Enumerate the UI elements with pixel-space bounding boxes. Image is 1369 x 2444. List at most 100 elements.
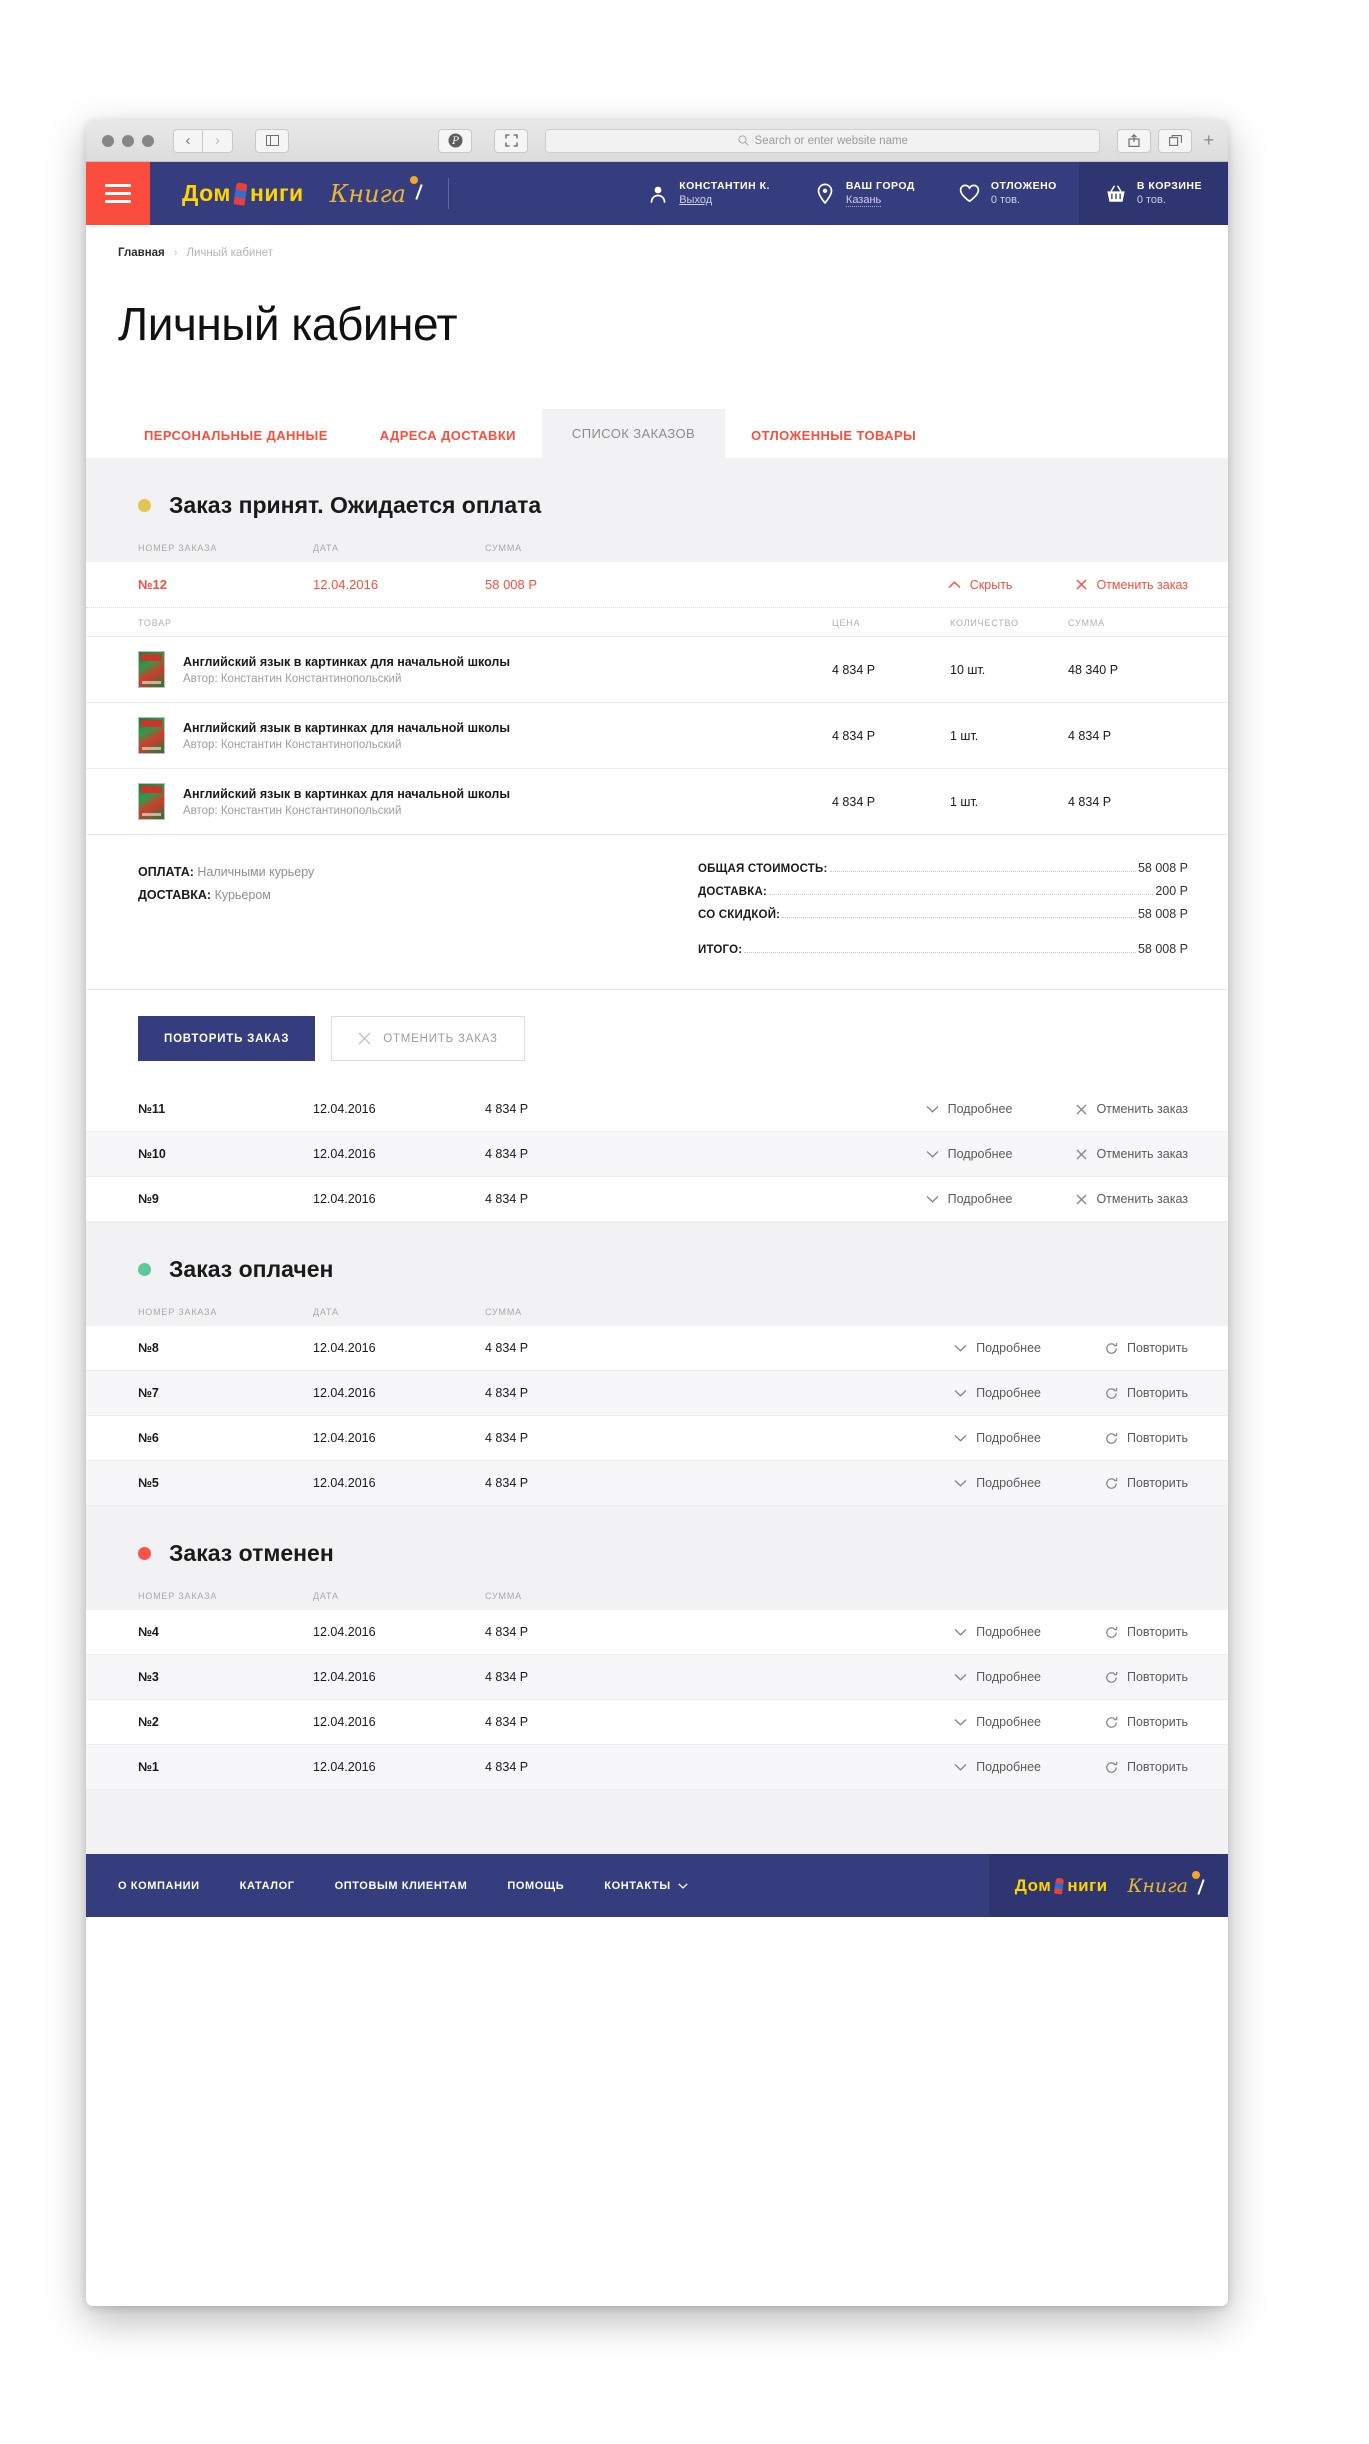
footer-link-catalog[interactable]: КАТАЛОГ [240,1880,335,1892]
chevron-down-icon [954,1763,967,1771]
cancel-order-link[interactable]: Отменить заказ [1076,578,1188,592]
collapse-label: Скрыть [969,577,1013,592]
table-row[interactable]: №11 12.04.2016 4 834 Р Подробнее Отменит… [86,1087,1228,1132]
cancel-order-link[interactable]: Отменить заказ [1076,1102,1188,1116]
tabs-icon[interactable] [1158,128,1193,153]
footer-link-wholesale[interactable]: ОПТОВЫМ КЛИЕНТАМ [335,1880,508,1892]
logo-dom-knigi[interactable]: Дом ниги [182,180,304,207]
logout-link[interactable]: Выход [679,194,770,207]
details-link[interactable]: Подробнее [954,1341,1041,1355]
cart-link[interactable]: В КОРЗИНЕ 0 тов. [1078,162,1228,225]
details-link[interactable]: Подробнее [954,1760,1041,1774]
tab-order-list[interactable]: СПИСОК ЗАКАЗОВ [541,409,726,458]
city-selector[interactable]: ВАШ ГОРОД Казань [792,162,937,225]
details-link[interactable]: Подробнее [926,1147,1013,1161]
chrome-right-buttons[interactable]: + [1117,128,1218,153]
product-title[interactable]: Английский язык в картинках для начально… [183,655,832,669]
wishlist-link[interactable]: ОТЛОЖЕНО 0 тов. [937,162,1079,225]
orders-column-header: НОМЕР ЗАКАЗА ДАТА СУММА [86,1567,1228,1610]
table-row[interactable]: №10 12.04.2016 4 834 Р Подробнее Отменит… [86,1132,1228,1177]
product-cover-image[interactable] [138,783,165,820]
tab-personal-data[interactable]: ПЕРСОНАЛЬНЫЕ ДАННЫЕ [118,413,354,458]
repeat-order-link[interactable]: Повторить [1105,1476,1188,1490]
product-cover-image[interactable] [138,717,165,754]
cancel-order-link[interactable]: Отменить заказ [1076,1147,1188,1161]
order-item-row: Английский язык в картинках для начально… [86,702,1228,768]
forward-icon[interactable]: › [203,128,233,153]
product-title[interactable]: Английский язык в картинках для начально… [183,787,832,801]
cancel-order-link[interactable]: Отменить заказ [1076,1192,1188,1206]
order-sum: 4 834 Р [485,1192,529,1206]
details-link[interactable]: Подробнее [926,1192,1012,1206]
navigation-buttons[interactable]: ‹ › [173,128,233,153]
account-menu[interactable]: КОНСТАНТИН К. Выход [625,162,792,225]
table-row[interactable]: №4 12.04.2016 4 834 Р Подробнее Повторит… [86,1610,1228,1655]
chevron-down-icon [954,1718,967,1726]
repeat-order-link[interactable]: Повторить [1105,1715,1188,1729]
close-window-button[interactable] [102,134,114,147]
tab-delivery-addresses[interactable]: АДРЕСА ДОСТАВКИ [354,413,542,458]
order-sum: 4 834 Р [485,1341,529,1355]
table-row[interactable]: №8 12.04.2016 4 834 Р Подробнее Повторит… [86,1326,1228,1371]
product-quantity: 1 шт. [950,794,979,809]
breadcrumb-separator: › [173,247,178,259]
sidebar-icon[interactable] [255,128,289,153]
table-row[interactable]: №9 12.04.2016 4 834 Р Подробнее Отменить… [86,1177,1228,1222]
footer-link-about[interactable]: О КОМПАНИИ [118,1880,240,1892]
table-row[interactable]: №5 12.04.2016 4 834 Р Подробнее Повторит… [86,1461,1228,1506]
product-title[interactable]: Английский язык в картинках для начально… [183,721,832,735]
table-row[interactable]: №1 12.04.2016 4 834 Р Подробнее Повторит… [86,1745,1228,1790]
repeat-order-link[interactable]: Повторить [1105,1341,1188,1355]
logo-kniga[interactable]: Книга [330,175,420,208]
footer-link-help[interactable]: ПОМОЩЬ [507,1880,604,1892]
product-cover-image[interactable] [138,651,165,688]
repeat-order-link[interactable]: Повторить [1105,1625,1188,1639]
col-date: ДАТА [313,543,339,553]
table-row[interactable]: №2 12.04.2016 4 834 Р Подробнее Повторит… [86,1700,1228,1745]
order-date: 12.04.2016 [313,1386,376,1400]
tab-saved-items[interactable]: ОТЛОЖЕННЫЕ ТОВАРЫ [725,413,942,458]
breadcrumb-home[interactable]: Главная [118,247,165,259]
details-label: Подробнее [976,1341,1041,1355]
minimize-window-button[interactable] [122,134,134,147]
share-icon[interactable] [1117,128,1152,153]
expand-icon[interactable] [494,128,528,153]
pinterest-icon[interactable]: P [438,128,472,153]
details-link[interactable]: Подробнее [926,1102,1012,1116]
details-label: Подробнее [976,1670,1041,1684]
repeat-order-link[interactable]: Повторить [1105,1670,1188,1684]
table-row[interactable]: №6 12.04.2016 4 834 Р Подробнее Повторит… [86,1416,1228,1461]
collapse-order-button[interactable]: Скрыть [948,577,1013,592]
details-link[interactable]: Подробнее [954,1670,1041,1684]
repeat-order-link[interactable]: Повторить [1105,1760,1188,1774]
maximize-window-button[interactable] [142,134,154,147]
footer-link-contacts[interactable]: КОНТАКТЫ [604,1880,727,1892]
footer-logo-kniga[interactable]: Книга [1128,1870,1202,1897]
window-controls[interactable] [96,134,154,147]
search-input[interactable]: Search or enter website name [545,128,1101,153]
table-row[interactable]: №3 12.04.2016 4 834 Р Подробнее Повторит… [86,1655,1228,1700]
back-icon[interactable]: ‹ [173,128,203,153]
new-tab-button[interactable]: + [1199,130,1218,151]
details-label: Подробнее [947,1147,1013,1161]
chevron-up-icon [948,580,961,588]
details-link[interactable]: Подробнее [954,1625,1041,1639]
details-link[interactable]: Подробнее [954,1431,1041,1445]
details-link[interactable]: Подробнее [954,1386,1041,1400]
footer-logo[interactable]: Дом ниги Книга [988,1854,1228,1917]
cancel-order-button[interactable]: ОТМЕНИТЬ ЗАКАЗ [331,1016,525,1061]
hamburger-menu-icon[interactable] [86,162,150,225]
details-link[interactable]: Подробнее [954,1476,1041,1490]
repeat-order-link[interactable]: Повторить [1105,1386,1188,1400]
col-order-number: НОМЕР ЗАКАЗА [138,1591,218,1601]
footer-logo-dom-knigi[interactable]: Дом ниги [1015,1876,1108,1896]
product-quantity: 10 шт. [950,662,986,677]
table-row[interactable]: №7 12.04.2016 4 834 Р Подробнее Повторит… [86,1371,1228,1416]
col-qty: КОЛИЧЕСТВО [950,618,1019,628]
repeat-order-button[interactable]: ПОВТОРИТЬ ЗАКАЗ [138,1016,316,1061]
col-sum: СУММА [485,543,522,553]
city-value[interactable]: Казань [845,194,882,208]
details-link[interactable]: Подробнее [954,1715,1041,1729]
site-logo[interactable]: Дом ниги Книга [150,162,420,225]
repeat-order-link[interactable]: Повторить [1105,1431,1188,1445]
